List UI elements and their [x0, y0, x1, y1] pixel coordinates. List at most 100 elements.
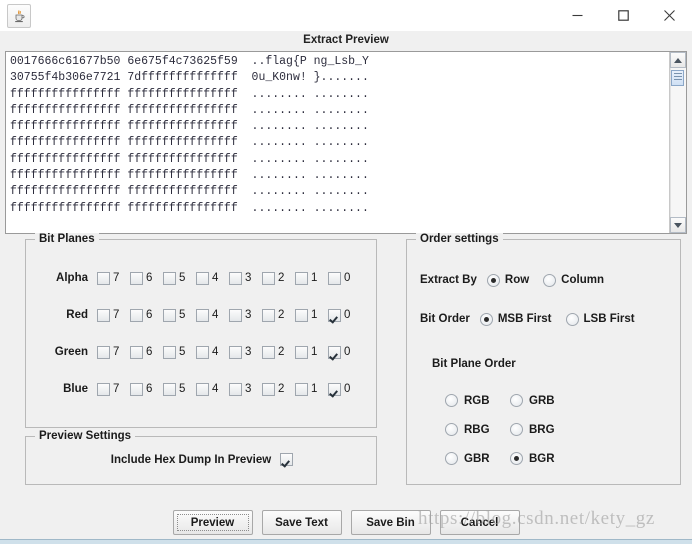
checkbox-alpha-4[interactable]: 4 — [196, 271, 229, 285]
checkbox-box[interactable] — [97, 382, 110, 396]
checkbox-box[interactable] — [295, 382, 308, 396]
checkbox-red-2[interactable]: 2 — [262, 308, 295, 322]
radio-dot[interactable] — [510, 394, 523, 407]
checkbox-red-7[interactable]: 7 — [97, 308, 130, 322]
checkbox-box[interactable] — [196, 345, 209, 359]
hex-dump-text[interactable]: 0017666c61677b50 6e675f4c73625f59 ..flag… — [6, 52, 669, 233]
radio-dot[interactable] — [510, 423, 523, 436]
checkbox-box[interactable] — [163, 345, 176, 359]
radio-dot[interactable] — [565, 312, 579, 326]
include-hex-dump-row[interactable]: Include Hex Dump In Preview — [26, 453, 378, 466]
checkbox-blue-5[interactable]: 5 — [163, 382, 196, 396]
radio-bpo-grb[interactable]: GRB — [510, 394, 575, 407]
radio-bpo-bgr[interactable]: BGR — [510, 452, 575, 465]
scroll-down-arrow-icon[interactable] — [670, 217, 686, 233]
checkbox-box[interactable] — [196, 382, 209, 396]
radio-dot[interactable] — [510, 452, 523, 465]
cancel-button[interactable]: Cancel — [439, 510, 520, 535]
checkbox-red-5[interactable]: 5 — [163, 308, 196, 322]
checkbox-box[interactable] — [196, 308, 209, 322]
checkbox-blue-4[interactable]: 4 — [196, 382, 229, 396]
checkbox-box[interactable] — [130, 271, 143, 285]
scroll-up-arrow-icon[interactable] — [670, 52, 686, 68]
checkbox-box[interactable] — [97, 271, 110, 285]
radio-dot[interactable] — [445, 452, 458, 465]
checkbox-red-0[interactable]: 0 — [328, 308, 361, 322]
save-bin-button[interactable]: Save Bin — [350, 510, 431, 535]
radio-bit-order-msb-first[interactable]: MSB First — [479, 312, 552, 326]
checkbox-red-4[interactable]: 4 — [196, 308, 229, 322]
checkbox-box[interactable] — [262, 271, 275, 285]
radio-bpo-rbg[interactable]: RBG — [445, 423, 510, 436]
checkbox-box[interactable] — [328, 345, 341, 359]
checkbox-blue-7[interactable]: 7 — [97, 382, 130, 396]
checkbox-box[interactable] — [196, 271, 209, 285]
checkbox-box[interactable] — [130, 308, 143, 322]
checkbox-box[interactable] — [328, 308, 341, 322]
checkbox-blue-6[interactable]: 6 — [130, 382, 163, 396]
checkbox-green-0[interactable]: 0 — [328, 345, 361, 359]
checkbox-box[interactable] — [328, 271, 341, 285]
checkbox-box[interactable] — [229, 308, 242, 322]
checkbox-box[interactable] — [97, 308, 110, 322]
radio-dot[interactable] — [445, 423, 458, 436]
radio-dot[interactable] — [479, 312, 493, 326]
checkbox-box[interactable] — [229, 345, 242, 359]
checkbox-blue-0[interactable]: 0 — [328, 382, 361, 396]
checkbox-box[interactable] — [262, 382, 275, 396]
radio-extract-by-column[interactable]: Column — [543, 273, 604, 287]
checkbox-include-hex-dump[interactable] — [280, 453, 294, 466]
checkbox-box[interactable] — [163, 271, 176, 285]
checkbox-alpha-5[interactable]: 5 — [163, 271, 196, 285]
checkbox-green-4[interactable]: 4 — [196, 345, 229, 359]
checkbox-green-2[interactable]: 2 — [262, 345, 295, 359]
checkbox-green-6[interactable]: 6 — [130, 345, 163, 359]
checkbox-box[interactable] — [97, 345, 110, 359]
radio-bit-order-lsb-first[interactable]: LSB First — [565, 312, 635, 326]
extract-preview-textarea[interactable]: 0017666c61677b50 6e675f4c73625f59 ..flag… — [5, 51, 687, 234]
scrollbar-thumb[interactable] — [671, 70, 684, 86]
checkbox-box[interactable] — [163, 382, 176, 396]
checkbox-alpha-2[interactable]: 2 — [262, 271, 295, 285]
checkbox-green-7[interactable]: 7 — [97, 345, 130, 359]
radio-dot[interactable] — [543, 273, 557, 287]
checkbox-alpha-6[interactable]: 6 — [130, 271, 163, 285]
radio-bpo-rgb[interactable]: RGB — [445, 394, 510, 407]
checkbox-box[interactable] — [229, 382, 242, 396]
checkbox-alpha-0[interactable]: 0 — [328, 271, 361, 285]
checkbox-box[interactable] — [130, 345, 143, 359]
radio-dot[interactable] — [486, 273, 500, 287]
checkbox-box[interactable] — [295, 345, 308, 359]
radio-dot[interactable] — [445, 394, 458, 407]
checkbox-box[interactable] — [328, 382, 341, 396]
checkbox-alpha-7[interactable]: 7 — [97, 271, 130, 285]
checkbox-box[interactable] — [130, 382, 143, 396]
maximize-button[interactable] — [600, 0, 646, 31]
checkbox-box[interactable] — [262, 308, 275, 322]
minimize-button[interactable] — [554, 0, 600, 31]
checkbox-box[interactable] — [229, 271, 242, 285]
checkbox-box[interactable] — [295, 271, 308, 285]
checkbox-box[interactable] — [262, 345, 275, 359]
checkbox-alpha-3[interactable]: 3 — [229, 271, 262, 285]
checkbox-red-6[interactable]: 6 — [130, 308, 163, 322]
preview-vertical-scrollbar[interactable] — [669, 52, 686, 233]
checkbox-alpha-1[interactable]: 1 — [295, 271, 328, 285]
checkbox-red-1[interactable]: 1 — [295, 308, 328, 322]
scrollbar-track[interactable] — [670, 68, 686, 217]
checkbox-blue-1[interactable]: 1 — [295, 382, 328, 396]
checkbox-green-5[interactable]: 5 — [163, 345, 196, 359]
checkbox-green-1[interactable]: 1 — [295, 345, 328, 359]
checkbox-red-3[interactable]: 3 — [229, 308, 262, 322]
close-button[interactable] — [646, 0, 692, 31]
radio-extract-by-row[interactable]: Row — [486, 273, 529, 287]
save-text-button[interactable]: Save Text — [261, 510, 342, 535]
radio-bpo-gbr[interactable]: GBR — [445, 452, 510, 465]
checkbox-box[interactable] — [295, 308, 308, 322]
checkbox-blue-3[interactable]: 3 — [229, 382, 262, 396]
radio-bpo-brg[interactable]: BRG — [510, 423, 575, 436]
preview-button[interactable]: Preview — [172, 510, 253, 535]
checkbox-green-3[interactable]: 3 — [229, 345, 262, 359]
checkbox-blue-2[interactable]: 2 — [262, 382, 295, 396]
checkbox-box[interactable] — [163, 308, 176, 322]
